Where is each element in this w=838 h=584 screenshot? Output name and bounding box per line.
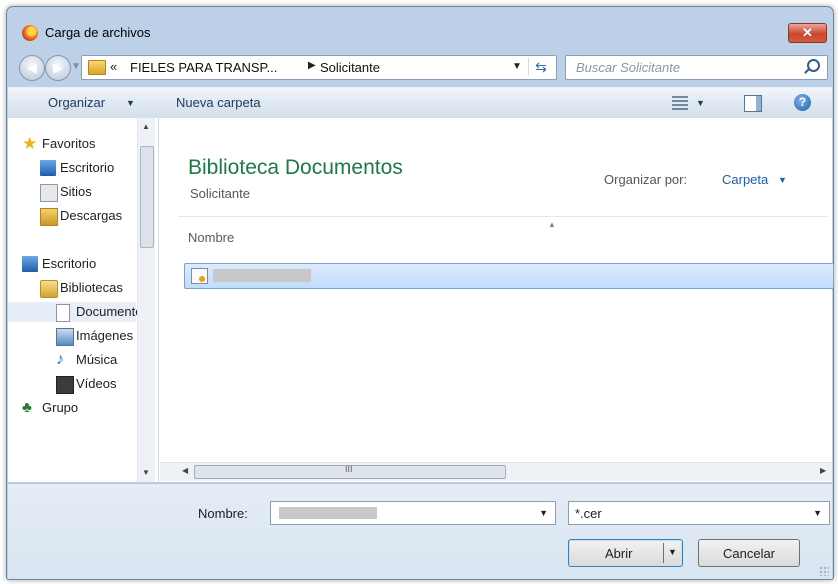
open-options-dropdown-icon[interactable]: ▼ <box>668 547 677 557</box>
search-icon[interactable] <box>807 59 820 72</box>
new-folder-button[interactable]: Nueva carpeta <box>176 95 261 110</box>
library-subtitle: Solicitante <box>190 186 250 201</box>
header-divider <box>178 216 828 217</box>
nav-item-label: Grupo <box>42 400 79 415</box>
firefox-icon <box>22 25 38 41</box>
address-row: ◀ ▶ ▼ « FIELES PARA TRANSP... ▶ Solicita… <box>7 51 833 83</box>
nav-scrollbar[interactable]: ▲ ▼ <box>137 118 155 482</box>
filename-label: Nombre: <box>198 506 248 521</box>
nav-scroll-thumb[interactable] <box>140 146 154 248</box>
filetype-value: *.cer <box>575 506 602 521</box>
cancel-button-label: Cancelar <box>722 546 776 561</box>
nav-item-libraries[interactable]: Bibliotecas <box>40 278 136 298</box>
overflow-chevron-icon[interactable]: « <box>110 59 117 74</box>
homegroup-icon: ♣ <box>22 399 32 416</box>
change-view-icon[interactable] <box>672 96 688 110</box>
desktop-icon <box>22 256 38 272</box>
navigation-pane: ★ Favoritos Escritorio Sitios Descargas … <box>8 118 159 482</box>
open-button-label: Abrir <box>605 546 633 561</box>
nav-item-homegroup[interactable]: ♣ Grupo <box>22 398 136 418</box>
scroll-down-icon[interactable]: ▼ <box>142 468 150 477</box>
column-header-name[interactable]: Nombre <box>188 230 234 245</box>
open-button-divider <box>663 543 664 563</box>
filename-redacted <box>279 507 377 519</box>
library-icon <box>40 280 58 298</box>
nav-item-label: Bibliotecas <box>60 280 123 295</box>
file-list-pane: Biblioteca Documentos Solicitante Organi… <box>160 118 834 482</box>
dialog-footer: Nombre: ▼ *.cer ▼ Abrir ▼ Cancelar <box>8 483 832 579</box>
arrange-dropdown-icon[interactable]: ▼ <box>778 175 787 185</box>
file-row[interactable] <box>184 263 834 289</box>
nav-item-music[interactable]: ♪ Música <box>56 350 136 370</box>
resize-grip-icon[interactable] <box>819 566 829 576</box>
scroll-up-icon[interactable]: ▲ <box>142 122 150 131</box>
nav-item-documents[interactable]: Documentos <box>8 302 149 322</box>
nav-item-downloads[interactable]: Descargas <box>40 206 136 226</box>
organize-menu[interactable]: Organizar <box>48 95 105 110</box>
horizontal-scroll-thumb[interactable]: III <box>194 464 506 479</box>
nav-item-videos[interactable]: Vídeos <box>56 374 136 394</box>
content-area: ★ Favoritos Escritorio Sitios Descargas … <box>8 118 834 482</box>
sites-icon <box>40 184 58 202</box>
certificate-icon <box>191 268 208 284</box>
arrange-by-label: Organizar por: <box>604 172 688 187</box>
filename-dropdown-icon[interactable]: ▼ <box>539 508 548 518</box>
scroll-right-icon[interactable]: ▶ <box>820 466 826 475</box>
nav-item-desktop[interactable]: Escritorio <box>40 158 136 178</box>
views-dropdown-icon[interactable]: ▼ <box>696 98 705 108</box>
back-button[interactable]: ◀ <box>19 55 45 81</box>
forward-button[interactable]: ▶ <box>45 55 71 81</box>
address-dropdown-icon[interactable]: ▼ <box>512 61 522 72</box>
video-icon <box>56 376 74 394</box>
pictures-icon <box>56 328 74 346</box>
nav-item-favorites[interactable]: ★ Favoritos <box>22 134 136 154</box>
folder-icon <box>88 60 106 75</box>
document-icon <box>56 304 70 322</box>
search-placeholder: Buscar Solicitante <box>576 60 681 75</box>
music-icon: ♪ <box>56 351 64 368</box>
library-title: Biblioteca Documentos <box>188 156 403 179</box>
preview-pane-icon[interactable] <box>744 95 762 112</box>
nav-item-label: Descargas <box>60 208 123 223</box>
window-title: Carga de archivos <box>45 25 151 40</box>
desktop-icon <box>40 160 56 176</box>
title-bar: Carga de archivos ✕ <box>7 7 833 43</box>
close-button[interactable]: ✕ <box>788 23 827 43</box>
breadcrumb-separator-icon[interactable]: ▶ <box>308 60 316 71</box>
horizontal-scrollbar[interactable]: ◀ III ▶ <box>160 462 832 481</box>
file-name-redacted <box>213 269 311 282</box>
nav-item-label: Imágenes <box>76 328 134 343</box>
sort-ascending-icon: ▲ <box>548 220 556 229</box>
scroll-grip-icon: III <box>345 464 353 474</box>
cancel-button[interactable]: Cancelar <box>698 539 800 567</box>
nav-item-sites[interactable]: Sitios <box>40 182 136 202</box>
nav-item-label: Escritorio <box>60 160 115 175</box>
nav-item-label: Favoritos <box>42 136 96 151</box>
breadcrumb-parent[interactable]: FIELES PARA TRANSP... <box>130 60 277 75</box>
filename-input[interactable]: ▼ <box>270 501 556 525</box>
recent-locations-arrow-icon[interactable]: ▼ <box>71 61 81 72</box>
nav-item-label: Música <box>76 352 118 367</box>
help-icon[interactable]: ? <box>794 94 811 111</box>
nav-item-label: Sitios <box>60 184 92 199</box>
star-icon: ★ <box>22 134 38 153</box>
scroll-left-icon[interactable]: ◀ <box>182 466 188 475</box>
organize-dropdown-icon[interactable]: ▼ <box>126 98 135 108</box>
nav-item-pictures[interactable]: Imágenes <box>56 326 136 346</box>
refresh-icon[interactable]: ⇆ <box>528 58 553 76</box>
command-bar: Organizar ▼ Nueva carpeta ▼ ? <box>8 87 832 119</box>
nav-item-label: Vídeos <box>76 376 117 391</box>
search-input[interactable]: Buscar Solicitante <box>565 55 828 80</box>
breadcrumb-current[interactable]: Solicitante <box>320 60 380 75</box>
filetype-dropdown-icon[interactable]: ▼ <box>813 508 822 518</box>
file-dialog: Carga de archivos ✕ ◀ ▶ ▼ « FIELES PARA … <box>6 6 834 580</box>
nav-item-desktop-root[interactable]: Escritorio <box>22 254 136 274</box>
arrange-by-dropdown[interactable]: Carpeta <box>722 172 768 187</box>
address-bar[interactable]: « FIELES PARA TRANSP... ▶ Solicitante ▼ … <box>81 55 557 80</box>
nav-item-label: Escritorio <box>42 256 97 271</box>
filetype-select[interactable]: *.cer ▼ <box>568 501 830 525</box>
downloads-icon <box>40 208 58 226</box>
open-button[interactable]: Abrir ▼ <box>568 539 683 567</box>
